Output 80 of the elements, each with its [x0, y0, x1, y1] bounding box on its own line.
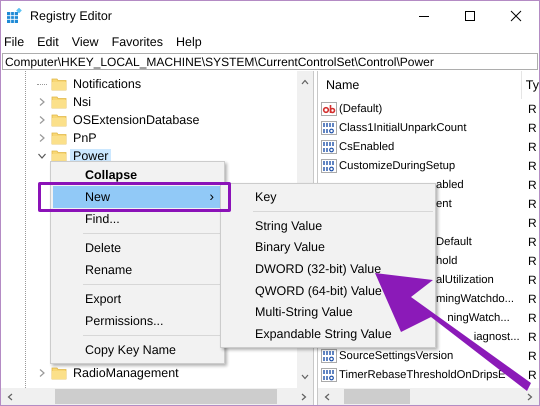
value-name[interactable]: (Default): [339, 102, 382, 114]
scroll-left-icon[interactable]: [5, 392, 15, 402]
value-name[interactable]: Class1InitialUnparkCount: [339, 122, 466, 134]
menu-item[interactable]: Find...: [53, 208, 222, 230]
expand-chevron-icon[interactable]: [37, 97, 47, 107]
value-type: R: [527, 254, 537, 268]
value-name[interactable]: Default: [436, 236, 472, 248]
menu-item[interactable]: Binary Value: [223, 236, 433, 258]
folder-icon: [51, 130, 67, 146]
menu-item[interactable]: Rename: [53, 259, 222, 281]
value-name[interactable]: ent: [436, 198, 452, 210]
tree-item[interactable]: PnP: [70, 131, 100, 145]
value-name[interactable]: iagnost...: [474, 330, 520, 342]
tree-item[interactable]: RadioManagement: [70, 366, 182, 380]
menu-item[interactable]: Permissions...: [53, 310, 222, 332]
menu-item[interactable]: DWORD (32-bit) Value: [223, 258, 433, 280]
value-type: R: [527, 158, 537, 172]
window-title: Registry Editor: [30, 9, 113, 23]
menu-item[interactable]: Copy Key Name: [53, 339, 222, 361]
address-bar[interactable]: Computer\HKEY_LOCAL_MACHINE\SYSTEM\CurrentControlSet\Control\Power: [2, 53, 538, 70]
menu-item[interactable]: Help: [172, 34, 212, 48]
column-header[interactable]: Ty: [522, 78, 539, 92]
value-type: R: [527, 292, 537, 306]
menu-item[interactable]: New ›: [53, 186, 222, 208]
value-name[interactable]: TimerRebaseThresholdOnDripsE: [339, 368, 506, 380]
folder-icon: [51, 112, 67, 128]
value-name[interactable]: CustomizeDuringSetup: [339, 160, 456, 172]
menu-item[interactable]: Delete: [53, 237, 222, 259]
value-name[interactable]: abled: [436, 178, 464, 190]
scroll-down-icon[interactable]: [300, 372, 310, 382]
value-type: R: [527, 234, 537, 248]
menu-item[interactable]: Collapse: [53, 164, 222, 186]
menu-item[interactable]: File: [1, 34, 34, 48]
value-name[interactable]: mingWatchdo...: [436, 292, 514, 304]
tree-item[interactable]: Notifications: [70, 77, 144, 91]
scroll-right-icon[interactable]: [525, 392, 535, 402]
menu-item[interactable]: Expandable String Value: [223, 323, 433, 346]
tree-item[interactable]: OSExtensionDatabase: [70, 113, 202, 127]
menu-item[interactable]: Edit: [34, 34, 69, 48]
expand-chevron-icon[interactable]: [37, 368, 47, 378]
horizontal-scrollbar[interactable]: [318, 388, 539, 405]
maximize-icon: [464, 10, 476, 22]
value-type: R: [527, 102, 537, 116]
value-type: R: [527, 348, 537, 362]
tree-item[interactable]: Nsi: [70, 95, 94, 109]
menu-item[interactable]: String Value: [223, 214, 433, 236]
submenu-arrow: ›: [209, 188, 214, 204]
menu-item[interactable]: Export: [53, 288, 222, 310]
menu-item[interactable]: QWORD (64-bit) Value: [223, 280, 433, 302]
value-name[interactable]: SourceSettingsVersion: [339, 350, 454, 362]
collapse-chevron-icon[interactable]: [37, 151, 47, 161]
menu-item[interactable]: Favorites: [108, 34, 173, 48]
folder-icon: [51, 76, 67, 92]
column-header[interactable]: Name: [318, 71, 522, 99]
folder-icon: [51, 148, 67, 164]
expand-chevron-icon[interactable]: [37, 115, 47, 125]
menu-item[interactable]: Multi-String Value: [223, 302, 433, 324]
value-type: R: [527, 330, 537, 344]
value-type: R: [527, 140, 537, 154]
menu-item[interactable]: View: [68, 34, 109, 48]
value-type: R: [527, 216, 537, 230]
value-type: R: [527, 178, 537, 192]
value-type: R: [527, 272, 537, 286]
registry-editor-icon: [6, 8, 22, 24]
value-name[interactable]: CsEnabled: [339, 140, 394, 152]
value-name[interactable]: alUtilization: [436, 274, 494, 286]
value-type: R: [527, 196, 537, 210]
horizontal-scrollbar[interactable]: [1, 388, 313, 405]
value-name[interactable]: hold: [436, 254, 458, 266]
scroll-right-icon[interactable]: [299, 392, 309, 402]
value-type: R: [527, 120, 537, 134]
value-type: R: [527, 310, 537, 324]
scroll-up-icon[interactable]: [300, 77, 310, 87]
value-name[interactable]: ningWatch...: [447, 312, 510, 324]
folder-icon: [51, 365, 67, 381]
expand-chevron-icon[interactable]: [37, 133, 47, 143]
value-type: R: [527, 368, 537, 382]
scroll-left-icon[interactable]: [322, 392, 332, 402]
close-icon: [510, 10, 522, 22]
folder-icon: [51, 94, 67, 110]
